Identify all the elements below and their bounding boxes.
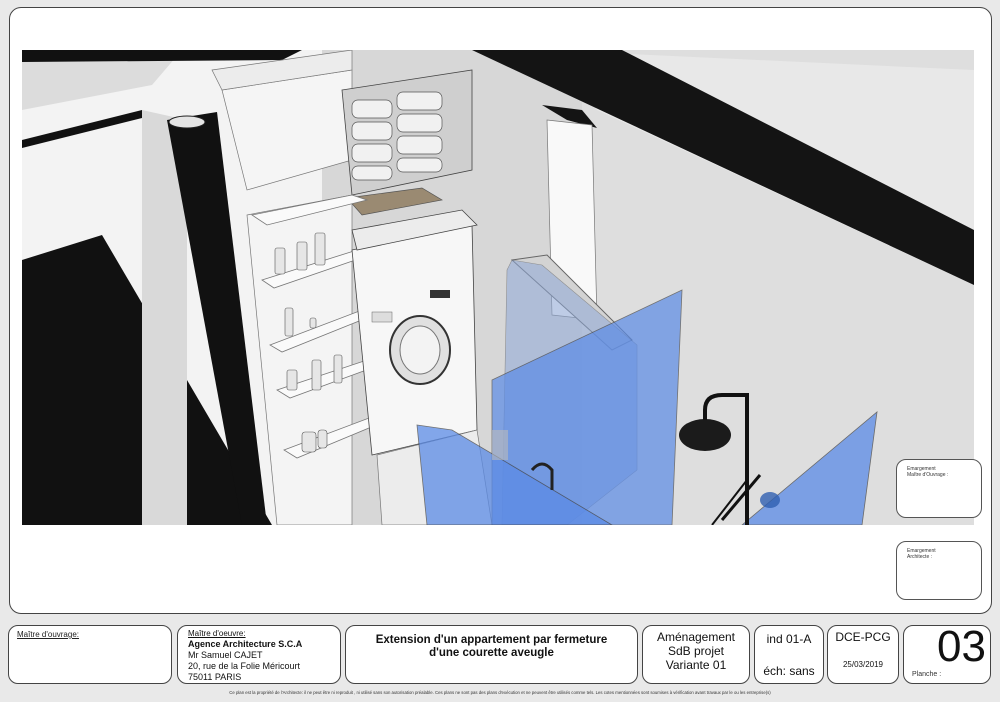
subject-box: Aménagement SdB projet Variante 01 bbox=[642, 625, 750, 684]
subject-line1: Aménagement bbox=[656, 630, 736, 644]
project-title-box: Extension d'un appartement par fermeture… bbox=[345, 625, 638, 684]
phase-date-box: DCE-PCG 25/03/2019 bbox=[827, 625, 899, 684]
city-address: 75011 PARIS bbox=[188, 672, 242, 682]
phase-value: DCE-PCG bbox=[835, 630, 891, 644]
project-title-line2: d'une courette aveugle bbox=[429, 647, 554, 659]
subject-line2: SdB projet bbox=[667, 644, 725, 658]
stamp-label: Emargement Maître d'Ouvrage : bbox=[907, 466, 949, 478]
person-name: Mr Samuel CAJET bbox=[188, 650, 263, 660]
maitre-ouvrage-label: Maître d'ouvrage: bbox=[17, 630, 80, 639]
firm-name: Agence Architecture S.C.A bbox=[188, 639, 303, 649]
bathroom-3d-render bbox=[22, 50, 974, 525]
signature-box-maitre-ouvrage: Emargement Maître d'Ouvrage : bbox=[896, 459, 982, 518]
index-scale-box: ind 01-A éch: sans bbox=[754, 625, 824, 684]
signature-box-architecte: Emargement Architecte : bbox=[896, 541, 982, 600]
street-address: 20, rue de la Folie Méricourt bbox=[188, 661, 301, 671]
maitre-oeuvre-label: Maître d'oeuvre: bbox=[188, 629, 246, 638]
scale-value: éch: sans bbox=[763, 664, 815, 678]
render-illustration bbox=[22, 50, 974, 525]
date-value: 25/03/2019 bbox=[842, 660, 884, 669]
maitre-ouvrage-box: Maître d'ouvrage: bbox=[8, 625, 172, 684]
project-title-line1: Extension d'un appartement par fermeture bbox=[375, 634, 608, 646]
planche-box: Planche : 03 bbox=[903, 622, 991, 684]
stamp-label: Emargement Architecte : bbox=[907, 548, 936, 560]
planche-label: Planche : bbox=[912, 671, 942, 678]
subject-line3: Variante 01 bbox=[665, 658, 727, 672]
planche-number: 03 bbox=[937, 622, 986, 671]
index-value: ind 01-A bbox=[766, 632, 812, 646]
legal-disclaimer: Ce plan est la propriété de l'Architecte… bbox=[229, 690, 771, 695]
maitre-oeuvre-box: Maître d'oeuvre: Agence Architecture S.C… bbox=[177, 625, 341, 684]
